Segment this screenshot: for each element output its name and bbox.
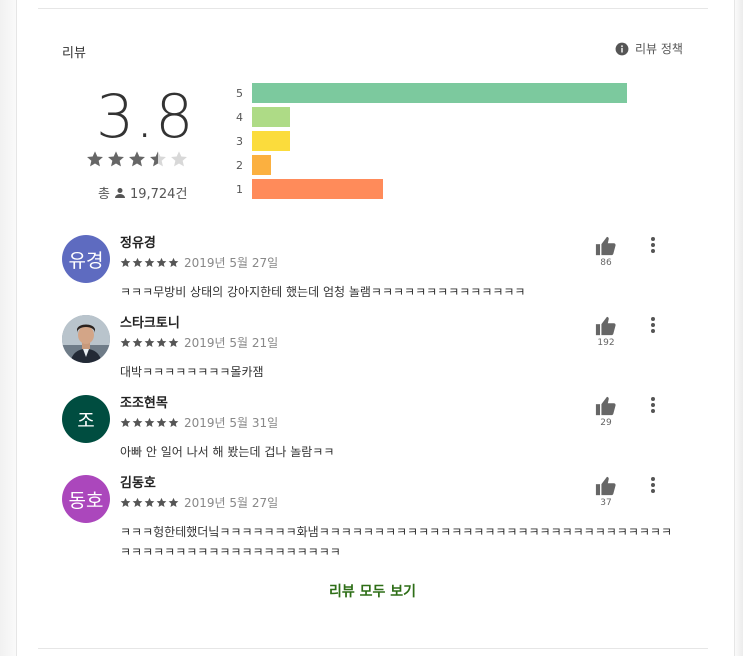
avatar[interactable]: 유경 xyxy=(62,235,110,283)
histogram-bar-4 xyxy=(252,107,290,127)
review-meta: 2019년 5월 31일 xyxy=(120,414,278,431)
like-button[interactable]: 37 xyxy=(593,475,619,508)
histogram-label-5: 5 xyxy=(236,87,243,100)
review-stars xyxy=(120,337,179,348)
avatar[interactable] xyxy=(62,315,110,363)
info-icon xyxy=(615,42,629,55)
total-count: 19,724건 xyxy=(129,187,188,202)
star-icon xyxy=(171,151,187,167)
review-date: 2019년 5월 31일 xyxy=(184,416,279,430)
avatar-photo xyxy=(62,315,110,363)
histogram-label-1: 1 xyxy=(236,183,243,196)
review-policy-link[interactable]: 리뷰 정책 xyxy=(615,40,683,57)
star-icon xyxy=(87,151,103,167)
star-icon xyxy=(156,497,167,507)
histogram-bar-3 xyxy=(252,131,290,151)
star-icon xyxy=(120,497,131,507)
review-date: 2019년 5월 27일 xyxy=(184,256,279,270)
review-text: 대박ㅋㅋㅋㅋㅋㅋㅋㅋ몰카잼 xyxy=(120,365,264,379)
page-frame-right xyxy=(734,0,743,656)
thumb-up-icon xyxy=(595,396,616,416)
star-icon xyxy=(144,497,155,507)
avatar[interactable]: 동호 xyxy=(62,475,110,523)
avatar[interactable]: 조 xyxy=(62,395,110,443)
more-options-button[interactable] xyxy=(648,395,658,415)
star-icon xyxy=(132,337,143,347)
more-vert-icon xyxy=(651,317,655,333)
total-ratings: 총 19,724건 xyxy=(98,183,187,202)
thumb-up-icon xyxy=(595,316,616,336)
review-meta: 2019년 5월 27일 xyxy=(120,254,278,271)
avatar-initials: 조 xyxy=(77,409,95,432)
review-stars xyxy=(120,257,179,268)
review-author: 정유경 xyxy=(120,236,156,251)
star-icon xyxy=(156,417,167,427)
average-rating: 3.8 xyxy=(96,82,195,152)
like-button[interactable]: 192 xyxy=(593,315,619,348)
avatar-initials: 유경 xyxy=(68,249,104,272)
thumb-up-icon xyxy=(595,236,616,256)
review-author: 조조현목 xyxy=(120,396,168,411)
star-icon xyxy=(144,337,155,347)
star-icon xyxy=(168,417,179,427)
divider-top xyxy=(38,8,708,9)
more-vert-icon xyxy=(651,237,655,253)
review-stars xyxy=(120,417,179,428)
histogram-label-2: 2 xyxy=(236,159,243,172)
like-count: 192 xyxy=(597,338,615,348)
star-icon xyxy=(120,257,131,267)
person-icon xyxy=(114,187,125,198)
star-icon xyxy=(156,257,167,267)
star-icon xyxy=(144,257,155,267)
histogram-bar-1 xyxy=(252,179,383,199)
avatar-initials: 동호 xyxy=(68,489,104,512)
like-button[interactable]: 86 xyxy=(593,235,619,268)
divider-bottom xyxy=(38,648,708,649)
more-options-button[interactable] xyxy=(648,315,658,335)
review-text: ㅋㅋㅋ헝한테했더닠ㅋㅋㅋㅋㅋㅋㅋ화냄ㅋㅋㅋㅋㅋㅋㅋㅋㅋㅋㅋㅋㅋㅋㅋㅋㅋㅋㅋㅋㅋㅋ… xyxy=(120,525,673,559)
histogram-bar-2 xyxy=(252,155,271,175)
review-policy-label: 리뷰 정책 xyxy=(635,42,683,56)
star-icon xyxy=(156,337,167,347)
star-icon xyxy=(132,417,143,427)
histogram-label-3: 3 xyxy=(236,135,243,148)
review-meta: 2019년 5월 21일 xyxy=(120,334,278,351)
review-meta: 2019년 5월 27일 xyxy=(120,494,278,511)
review-author: 스타크토니 xyxy=(120,316,180,331)
star-icon xyxy=(144,417,155,427)
more-options-button[interactable] xyxy=(648,475,658,495)
star-icon xyxy=(132,257,143,267)
review-stars xyxy=(120,497,179,508)
page-frame-left xyxy=(0,0,17,656)
all-reviews-button[interactable]: 리뷰 모두 보기 xyxy=(300,581,445,601)
star-icon xyxy=(120,417,131,427)
like-count: 37 xyxy=(600,498,612,508)
more-options-button[interactable] xyxy=(648,235,658,255)
review-text: 아빠 안 일어 나서 해 봤는데 겁나 놀람ㅋㅋ xyxy=(120,445,335,459)
review-text: ㅋㅋㅋ무방비 상태의 강아지한테 했는데 엄청 놀램ㅋㅋㅋㅋㅋㅋㅋㅋㅋㅋㅋㅋㅋㅋ xyxy=(120,285,526,299)
star-icon xyxy=(168,337,179,347)
star-icon xyxy=(120,337,131,347)
star-icon xyxy=(150,151,166,167)
star-icon xyxy=(129,151,145,167)
star-icon xyxy=(168,497,179,507)
like-button[interactable]: 29 xyxy=(593,395,619,428)
like-count: 86 xyxy=(600,258,612,268)
histogram-bar-5 xyxy=(252,83,627,103)
reviews-heading: 리뷰 xyxy=(62,46,86,61)
average-stars xyxy=(86,150,188,168)
thumb-up-icon xyxy=(595,476,616,496)
histogram-label-4: 4 xyxy=(236,111,243,124)
like-count: 29 xyxy=(600,418,612,428)
more-vert-icon xyxy=(651,477,655,493)
star-icon xyxy=(108,151,124,167)
more-vert-icon xyxy=(651,397,655,413)
star-icon xyxy=(168,257,179,267)
review-date: 2019년 5월 21일 xyxy=(184,336,279,350)
star-icon xyxy=(132,497,143,507)
review-author: 김동호 xyxy=(120,476,156,491)
review-date: 2019년 5월 27일 xyxy=(184,496,279,510)
total-prefix: 총 xyxy=(98,187,110,202)
